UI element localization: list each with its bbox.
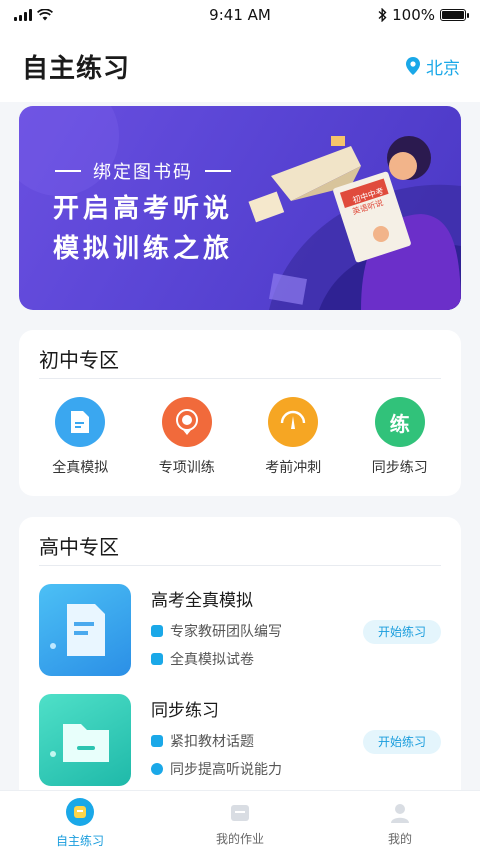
quick-label: 全真模拟 xyxy=(52,460,109,476)
battery-icon xyxy=(440,9,469,21)
location-pin-icon xyxy=(406,57,420,75)
tab-bar: 自主练习 我的作业 我的 xyxy=(0,790,480,853)
banner-headline-1: 开启高考听说 xyxy=(53,194,234,224)
tab-profile[interactable]: 我的 xyxy=(320,791,480,853)
header: 自主练习 北京 xyxy=(0,30,480,102)
reader-illustration: 初中中考 英语听说 xyxy=(248,136,461,310)
senior-section-title: 高中专区 xyxy=(39,535,119,559)
practice-tab-icon xyxy=(66,798,94,826)
course-title: 高考全真模拟 xyxy=(151,591,253,611)
course-title: 同步练习 xyxy=(151,701,219,721)
feature-text: 专家教研团队编写 xyxy=(170,624,282,640)
course-feature: 紧扣教材话题 xyxy=(151,731,282,751)
tab-label: 自主练习 xyxy=(55,834,104,848)
course-info: 高考全真模拟 专家教研团队编写 全真模拟试卷 xyxy=(151,584,282,677)
course-info: 同步练习 紧扣教材话题 同步提高听说能力 xyxy=(151,694,282,787)
course-thumbnail xyxy=(39,584,131,676)
banner-headline-2: 模拟训练之旅 xyxy=(53,234,234,264)
practice-glyph: 练 xyxy=(389,411,410,436)
location-label: 北京 xyxy=(426,58,460,79)
doc-icon xyxy=(55,397,106,447)
gauge-icon xyxy=(268,397,319,447)
start-practice-button[interactable]: 开始练习 xyxy=(363,620,441,644)
banner-subtitle-text: 绑定图书码 xyxy=(93,162,193,183)
course-thumbnail xyxy=(39,694,131,786)
folder-icon xyxy=(50,724,109,762)
junior-section: 初中专区 全真模拟 专项训练 考前冲刺 练 同步练习 xyxy=(19,330,461,496)
quick-label: 专项训练 xyxy=(158,460,215,476)
feature-text: 紧扣教材话题 xyxy=(170,734,254,750)
promo-banner[interactable]: 绑定图书码 开启高考听说 模拟训练之旅 初中中考 英语听说 xyxy=(19,106,461,310)
course-item-sync-practice[interactable]: 同步练习 紧扣教材话题 同步提高听说能力 开始练习 xyxy=(19,694,461,804)
page-title: 自主练习 xyxy=(22,53,131,84)
quick-item-full-mock[interactable]: 全真模拟 xyxy=(30,397,130,477)
quick-label: 考前冲刺 xyxy=(265,460,322,476)
bell-icon xyxy=(151,763,163,775)
course-item-gaokao-mock[interactable]: 高考全真模拟 专家教研团队编写 全真模拟试卷 开始练习 xyxy=(19,584,461,694)
location-selector[interactable]: 北京 xyxy=(406,54,460,79)
user-icon xyxy=(391,804,409,823)
tab-my-homework[interactable]: 我的作业 xyxy=(160,791,320,853)
quick-label: 同步练习 xyxy=(371,460,428,476)
graduation-cap-icon xyxy=(151,625,163,637)
homework-icon xyxy=(231,805,249,821)
feature-text: 同步提高听说能力 xyxy=(170,762,282,778)
course-feature: 专家教研团队编写 xyxy=(151,621,282,641)
status-bar: 9:41 AM 100% xyxy=(0,0,480,30)
junior-quick-grid: 全真模拟 专项训练 考前冲刺 练 同步练习 xyxy=(19,379,461,477)
tab-self-practice[interactable]: 自主练习 xyxy=(0,791,160,853)
quick-item-sync-practice[interactable]: 练 同步练习 xyxy=(350,397,450,477)
quick-item-sprint[interactable]: 考前冲刺 xyxy=(243,397,343,477)
junior-section-title: 初中专区 xyxy=(39,348,119,372)
document-icon xyxy=(50,604,105,656)
course-feature: 同步提高听说能力 xyxy=(151,759,282,779)
banner-subtitle: 绑定图书码 xyxy=(55,158,231,184)
course-feature: 全真模拟试卷 xyxy=(151,649,282,669)
divider xyxy=(39,565,441,566)
list-icon xyxy=(151,735,163,747)
practice-icon: 练 xyxy=(374,397,425,447)
feature-text: 全真模拟试卷 xyxy=(170,652,254,668)
quick-item-special-training[interactable]: 专项训练 xyxy=(137,397,237,477)
paper-icon xyxy=(151,653,163,665)
target-icon xyxy=(161,397,212,447)
tab-label: 我的 xyxy=(387,832,412,846)
start-practice-button[interactable]: 开始练习 xyxy=(363,730,441,754)
senior-section: 高中专区 高考全真模拟 专家教研团队编写 全真模拟试卷 开始练习 同步练习 紧扣… xyxy=(19,517,461,807)
status-time: 9:41 AM xyxy=(209,6,271,24)
tab-label: 我的作业 xyxy=(215,832,264,846)
